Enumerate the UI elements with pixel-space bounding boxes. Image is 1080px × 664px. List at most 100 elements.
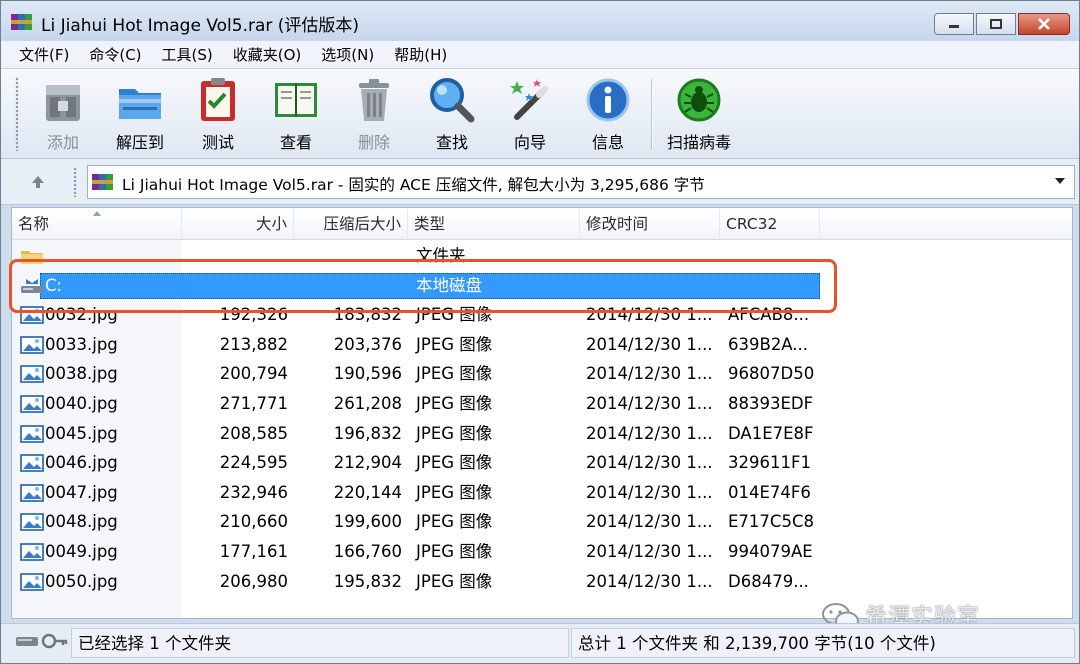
close-button[interactable] xyxy=(1018,13,1070,35)
window-title: Li Jiahui Hot Image Vol5.rar (评估版本) xyxy=(41,16,360,36)
test-button[interactable]: 测试 xyxy=(183,75,253,155)
cell-type: JPEG 图像 xyxy=(416,512,493,532)
jpeg-icon xyxy=(20,424,44,443)
menu-help[interactable]: 帮助(H) xyxy=(384,44,457,65)
status-bar: 已经选择 1 个文件夹 总计 1 个文件夹 和 2,139,700 字节(10 … xyxy=(1,623,1079,663)
table-row[interactable]: 0038.jpg 200,794 190,596 JPEG 图像 2014/12/30 … xyxy=(12,359,1072,389)
menu-bar: 文件(F) 命令(C) 工具(S) 收藏夹(O) 选项(N) 帮助(H) xyxy=(1,41,1079,69)
address-text: Li Jiahui Hot Image Vol5.rar - 固实的 ACE 压… xyxy=(122,176,705,194)
test-clipboard-icon xyxy=(201,78,235,121)
menu-options[interactable]: 选项(N) xyxy=(311,44,384,65)
cell-modified: 2014/12/30 1... xyxy=(586,423,713,443)
table-row[interactable]: 0045.jpg 208,585 196,832 JPEG 图像 2014/12/30 … xyxy=(12,419,1072,449)
view-label: 查看 xyxy=(279,133,312,152)
cell-crc: D68479... xyxy=(728,571,809,591)
folder-extract-icon xyxy=(119,89,161,119)
table-row[interactable]: 0048.jpg 210,660 199,600 JPEG 图像 2014/12/30 … xyxy=(12,507,1072,537)
restore-icon xyxy=(990,19,1002,29)
cell-crc: 014E74F6 xyxy=(728,482,811,502)
menu-commands[interactable]: 命令(C) xyxy=(79,44,151,65)
table-row[interactable]: 0049.jpg 177,161 166,760 JPEG 图像 2014/12/30 … xyxy=(12,537,1072,567)
address-grip xyxy=(73,167,77,197)
jpeg-icon xyxy=(20,454,44,472)
cell-crc: 329611F1 xyxy=(728,453,811,473)
info-icon xyxy=(586,78,630,122)
delete-label: 删除 xyxy=(357,133,390,152)
cell-size: 208,585 xyxy=(219,423,288,443)
menu-tools[interactable]: 工具(S) xyxy=(152,44,223,65)
cell-packed: 199,600 xyxy=(333,512,402,532)
cell-type: JPEG 图像 xyxy=(416,542,493,561)
column-name-label: 名称 xyxy=(18,215,50,233)
find-label: 查找 xyxy=(435,133,468,152)
column-header-modified[interactable]: 修改时间 xyxy=(580,208,720,240)
column-header-name[interactable]: 名称 xyxy=(12,208,182,240)
cell-name: 0050.jpg xyxy=(45,571,118,591)
cell-crc: 96807D50 xyxy=(728,364,815,384)
cell-modified: 2014/12/30 1... xyxy=(586,571,713,591)
table-row[interactable]: 0040.jpg 271,771 261,208 JPEG 图像 2014/12/30 … xyxy=(12,389,1072,419)
jpeg-icon xyxy=(20,513,44,532)
column-header-crc[interactable]: CRC32 xyxy=(720,208,820,240)
minimize-button[interactable] xyxy=(934,13,974,35)
cell-packed: 203,376 xyxy=(333,334,402,354)
view-button[interactable]: 查看 xyxy=(261,75,331,155)
scan-virus-button[interactable]: 扫描病毒 xyxy=(661,75,737,155)
cell-size: 224,595 xyxy=(219,453,288,473)
maximize-button[interactable] xyxy=(976,13,1016,35)
cell-crc: E717C5C8 xyxy=(728,512,814,532)
magnifier-icon xyxy=(430,78,475,123)
cell-modified: 2014/12/30 1... xyxy=(586,334,713,354)
address-field[interactable]: Li Jiahui Hot Image Vol5.rar - 固实的 ACE 压… xyxy=(87,165,1075,199)
column-header-packed[interactable]: 压缩后大小 xyxy=(294,208,408,240)
key-icon[interactable] xyxy=(41,632,69,650)
dropdown-arrow-icon[interactable] xyxy=(1054,175,1066,187)
trash-icon xyxy=(359,79,389,121)
extract-button[interactable]: 解压到 xyxy=(105,75,175,155)
column-header-size[interactable]: 大小 xyxy=(182,208,294,240)
cell-name: 0049.jpg xyxy=(45,542,118,561)
cell-packed: 190,596 xyxy=(333,364,402,384)
cell-type: JPEG 图像 xyxy=(416,423,493,443)
highlight-annotation xyxy=(9,259,837,313)
cell-name: 0045.jpg xyxy=(45,423,118,443)
add-label: 添加 xyxy=(46,133,79,152)
winrar-window: Li Jiahui Hot Image Vol5.rar (评估版本) 文件(F… xyxy=(0,0,1080,664)
test-label: 测试 xyxy=(201,133,234,152)
table-row[interactable]: 0033.jpg 213,882 203,376 JPEG 图像 2014/12/30 … xyxy=(12,330,1072,360)
archive-add-icon xyxy=(46,85,80,121)
list-header: 名称 大小 压缩后大小 类型 修改时间 CRC32 xyxy=(12,208,1072,240)
delete-button[interactable]: 删除 xyxy=(339,75,409,155)
toolbar-grip[interactable] xyxy=(15,77,19,151)
cell-crc: 88393EDF xyxy=(728,394,814,413)
info-button[interactable]: 信息 xyxy=(573,75,643,155)
drive-icon[interactable] xyxy=(15,634,39,648)
cell-modified: 2014/12/30 1... xyxy=(586,364,713,384)
cell-crc: 639B2A... xyxy=(728,334,809,354)
column-header-type[interactable]: 类型 xyxy=(408,208,580,240)
table-row[interactable]: 0050.jpg 206,980 195,832 JPEG 图像 2014/12/30 … xyxy=(12,567,1072,597)
wizard-label: 向导 xyxy=(513,133,546,152)
menu-file[interactable]: 文件(F) xyxy=(9,44,79,65)
cell-packed: 195,832 xyxy=(333,571,402,591)
cell-crc: 994079AE xyxy=(728,542,813,561)
minimize-icon xyxy=(949,25,959,28)
title-bar[interactable]: Li Jiahui Hot Image Vol5.rar (评估版本) xyxy=(1,1,1079,41)
bug-scan-icon xyxy=(677,78,721,122)
wizard-button[interactable]: 向导 xyxy=(495,75,565,155)
cell-type: JPEG 图像 xyxy=(416,334,493,354)
cell-packed: 212,904 xyxy=(333,453,402,473)
table-row[interactable]: 0046.jpg 224,595 212,904 JPEG 图像 2014/12/30 … xyxy=(12,448,1072,478)
jpeg-icon xyxy=(20,395,44,413)
cell-type: JPEG 图像 xyxy=(416,364,493,384)
book-view-icon xyxy=(275,83,317,117)
menu-favorites[interactable]: 收藏夹(O) xyxy=(223,44,312,65)
table-row[interactable]: 0047.jpg 232,946 220,144 JPEG 图像 2014/12/30 … xyxy=(12,478,1072,508)
add-button[interactable]: 添加 xyxy=(28,75,98,155)
find-button[interactable]: 查找 xyxy=(417,75,487,155)
jpeg-icon xyxy=(20,365,44,384)
cell-packed: 196,832 xyxy=(333,423,402,443)
winrar-app-icon xyxy=(11,14,32,30)
cell-modified: 2014/12/30 1... xyxy=(586,453,713,473)
up-button[interactable] xyxy=(23,169,53,195)
